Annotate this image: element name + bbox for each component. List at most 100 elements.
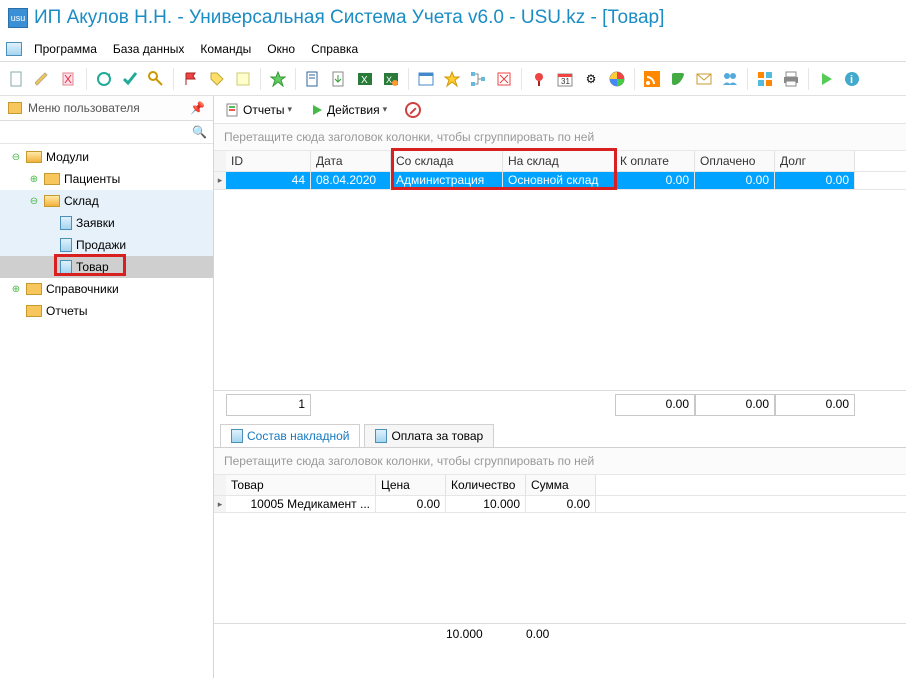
tb-export-doc-icon[interactable] (302, 68, 324, 90)
tb-favorite-icon[interactable] (441, 68, 463, 90)
tb-delete-icon[interactable] (58, 68, 80, 90)
tb-filter-icon[interactable] (493, 68, 515, 90)
reports-label: Отчеты (243, 103, 284, 117)
tb-edit-icon[interactable] (32, 68, 54, 90)
dcol-sum[interactable]: Сумма (526, 475, 596, 495)
tb-doc-down-icon[interactable] (328, 68, 350, 90)
col-to[interactable]: На склад (503, 151, 615, 171)
actions-button[interactable]: Действия ▾ (304, 101, 393, 119)
collapse-icon[interactable]: ⊖ (10, 151, 22, 163)
tab-label: Оплата за товар (391, 429, 483, 443)
reports-button[interactable]: Отчеты ▾ (220, 101, 298, 119)
menu-program[interactable]: Программа (27, 39, 104, 59)
tb-refresh-icon[interactable] (93, 68, 115, 90)
tb-users-icon[interactable] (719, 68, 741, 90)
footer-count: 1 (226, 394, 311, 416)
dfooter-qty: 10.000 (446, 627, 526, 641)
tab-contents[interactable]: Состав накладной (220, 424, 360, 447)
tb-key-icon[interactable] (145, 68, 167, 90)
tb-tag-icon[interactable] (206, 68, 228, 90)
tree-modules[interactable]: ⊖ Модули (0, 146, 213, 168)
tb-gear-icon[interactable]: ⚙ (580, 68, 602, 90)
dcol-price[interactable]: Цена (376, 475, 446, 495)
tree-label: Продажи (76, 238, 126, 252)
tb-check-icon[interactable] (119, 68, 141, 90)
menu-database[interactable]: База данных (106, 39, 191, 59)
tree-requests[interactable]: Заявки (0, 212, 213, 234)
tb-rss-icon[interactable] (641, 68, 663, 90)
detail-grid-row[interactable]: ▸ 10005 Медикамент ... 0.00 10.000 0.00 (214, 496, 906, 513)
col-date[interactable]: Дата (311, 151, 391, 171)
doc-icon (60, 260, 72, 274)
cell-date: 08.04.2020 (311, 172, 391, 189)
stop-button[interactable] (399, 100, 427, 120)
tb-color-icon[interactable] (606, 68, 628, 90)
col-from[interactable]: Со склада (391, 151, 503, 171)
tb-layout-icon[interactable] (754, 68, 776, 90)
tb-window-icon[interactable] (415, 68, 437, 90)
detail-grid-header: Товар Цена Количество Сумма (214, 475, 906, 496)
pin-icon[interactable]: 📌 (190, 101, 205, 115)
footer-debt: 0.00 (775, 394, 855, 416)
tree-goods[interactable]: Товар (0, 256, 213, 278)
cell-to: Основной склад (503, 172, 615, 189)
tb-excel-icon[interactable]: X (354, 68, 376, 90)
tb-pin-icon[interactable] (528, 68, 550, 90)
tb-phone-icon[interactable] (667, 68, 689, 90)
top-grid-header: ID Дата Со склада На склад К оплате Опла… (214, 151, 906, 172)
tree-label: Пациенты (64, 172, 120, 186)
stop-icon (405, 102, 421, 118)
tree-dictionaries[interactable]: ⊕ Справочники (0, 278, 213, 300)
top-grid-row[interactable]: ▸ 44 08.04.2020 Администрация Основной с… (214, 172, 906, 190)
footer-pay: 0.00 (615, 394, 695, 416)
tb-tree-icon[interactable] (467, 68, 489, 90)
tb-play-icon[interactable] (815, 68, 837, 90)
toolbar-separator (408, 68, 409, 90)
menu-window[interactable]: Окно (260, 39, 302, 59)
tb-note-icon[interactable] (232, 68, 254, 90)
toolbar-separator (86, 68, 87, 90)
col-paid[interactable]: Оплачено (695, 151, 775, 171)
collapse-icon[interactable]: ⊖ (28, 195, 40, 207)
doc-icon (231, 429, 243, 443)
tb-new-icon[interactable] (6, 68, 28, 90)
tab-payment[interactable]: Оплата за товар (364, 424, 494, 447)
menu-help[interactable]: Справка (304, 39, 365, 59)
tb-calendar-icon[interactable]: 31 (554, 68, 576, 90)
tb-mail-icon[interactable] (693, 68, 715, 90)
tree-label: Заявки (76, 216, 115, 230)
expand-icon[interactable]: ⊕ (10, 283, 22, 295)
tree-sales[interactable]: Продажи (0, 234, 213, 256)
search-input[interactable] (6, 124, 192, 140)
menu-commands[interactable]: Команды (193, 39, 258, 59)
footer-paid: 0.00 (695, 394, 775, 416)
tb-print-icon[interactable] (780, 68, 802, 90)
top-grid-body (214, 190, 906, 390)
sidebar-search[interactable]: 🔍 (0, 121, 213, 144)
actions-label: Действия (327, 103, 380, 117)
cell-debt: 0.00 (775, 172, 855, 189)
dcol-name[interactable]: Товар (226, 475, 376, 495)
tb-flag-icon[interactable] (180, 68, 202, 90)
col-id[interactable]: ID (226, 151, 311, 171)
tree-reports[interactable]: Отчеты (0, 300, 213, 322)
svg-text:i: i (850, 74, 853, 86)
detail-tabs: Состав накладной Оплата за товар (214, 418, 906, 448)
tb-info-icon[interactable]: i (841, 68, 863, 90)
nav-tree: ⊖ Модули ⊕ Пациенты ⊖ Склад Заявки Прода… (0, 144, 213, 324)
tb-excel2-icon[interactable]: X (380, 68, 402, 90)
sidebar: Меню пользователя 📌 🔍 ⊖ Модули ⊕ Пациент… (0, 96, 214, 678)
tree-warehouse[interactable]: ⊖ Склад (0, 190, 213, 212)
tree-label: Модули (46, 150, 89, 164)
folder-open-icon (26, 151, 42, 163)
svg-text:X: X (361, 75, 368, 86)
tb-star-icon[interactable] (267, 68, 289, 90)
dcol-qty[interactable]: Количество (446, 475, 526, 495)
doc-icon (60, 216, 72, 230)
expand-icon[interactable]: ⊕ (28, 173, 40, 185)
col-pay[interactable]: К оплате (615, 151, 695, 171)
col-debt[interactable]: Долг (775, 151, 855, 171)
search-icon[interactable]: 🔍 (192, 125, 207, 139)
group-hint: Перетащите сюда заголовок колонки, чтобы… (214, 124, 906, 151)
tree-patients[interactable]: ⊕ Пациенты (0, 168, 213, 190)
